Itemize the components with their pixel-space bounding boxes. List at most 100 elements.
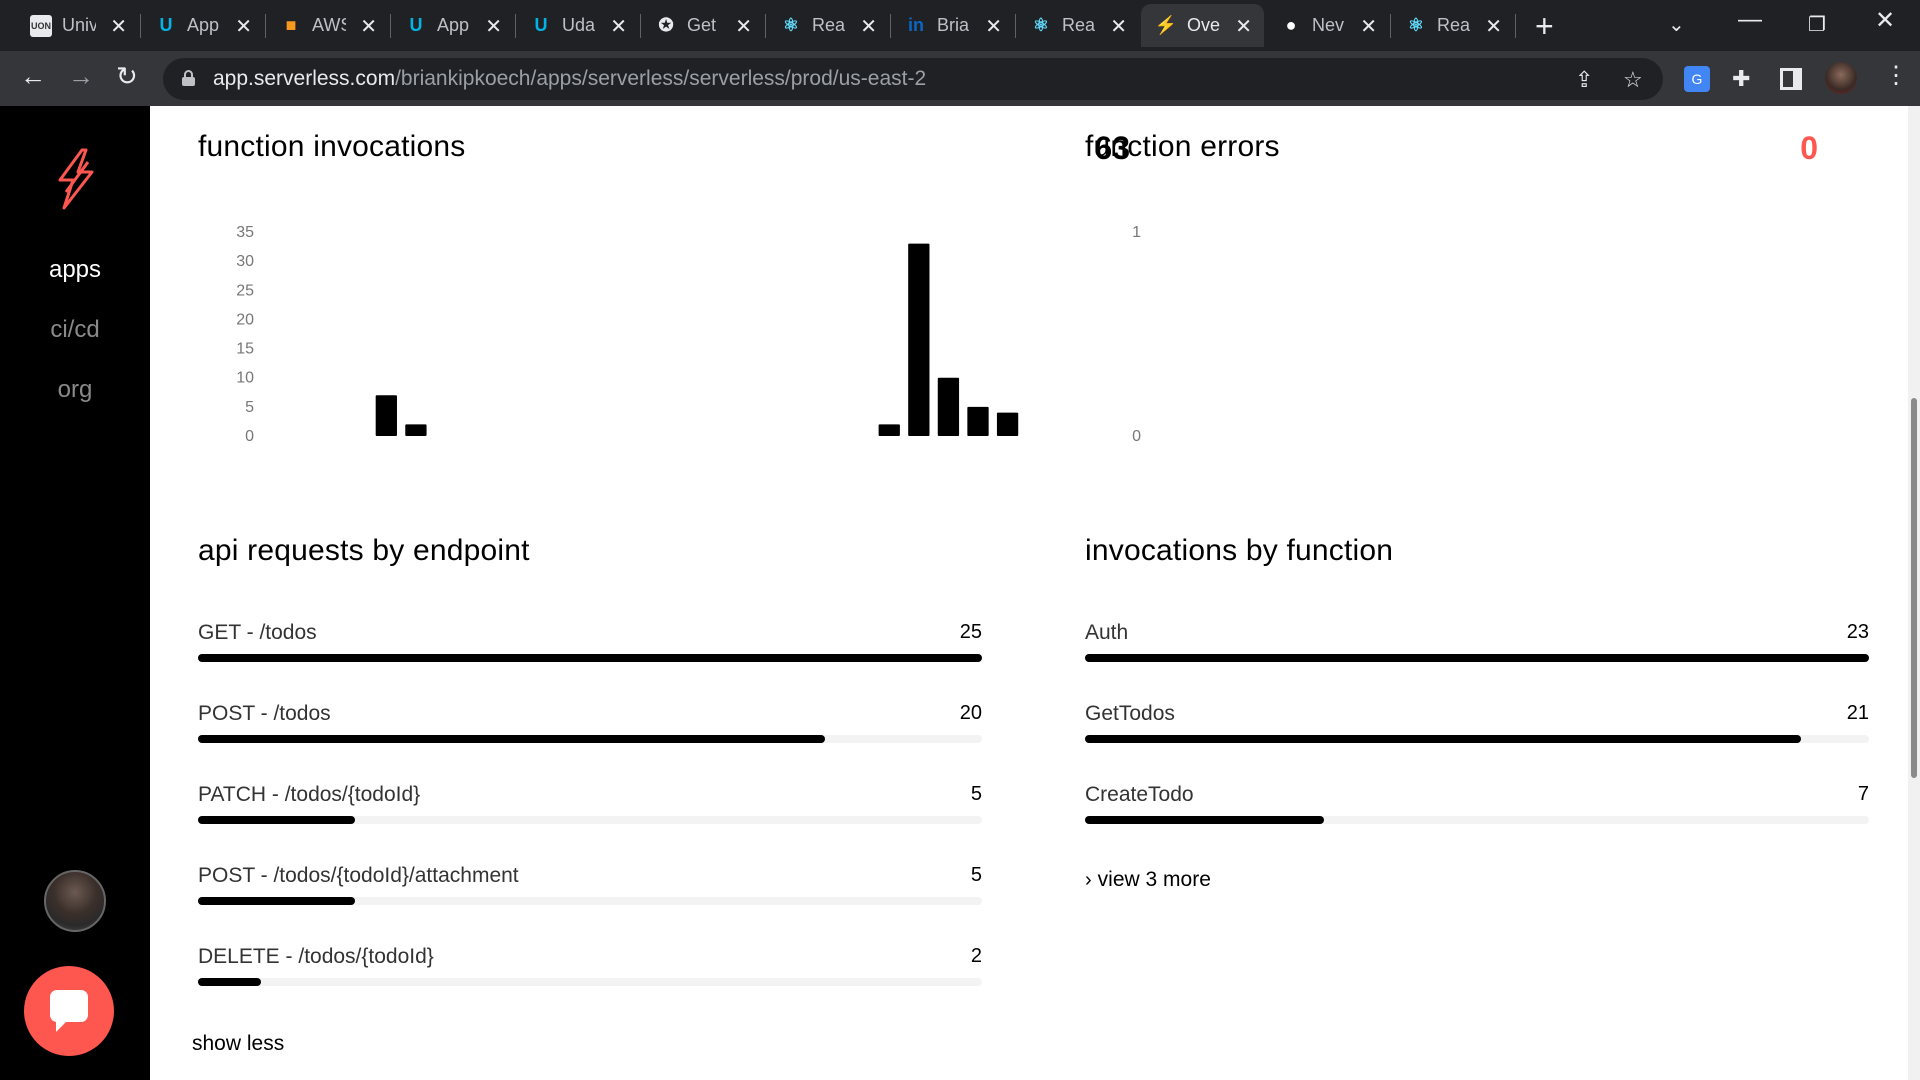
back-button[interactable]: ←	[20, 61, 46, 92]
function-count: 23	[1846, 621, 1869, 643]
tab-title: Nev	[1312, 15, 1345, 35]
url-text[interactable]: app.serverless.com/briankipkoech/apps/se…	[213, 67, 926, 91]
endpoint-count: 25	[959, 621, 982, 643]
react-icon: ⚛	[1032, 15, 1050, 35]
chart-bar	[937, 377, 960, 436]
restore-button[interactable]: ❐	[1808, 12, 1826, 37]
tab-close-icon[interactable]: ✕	[485, 14, 502, 39]
chevron-right-icon: ›	[1085, 869, 1092, 891]
browser-toolbar: ← → ↻ app.serverless.com/briankipkoech/a…	[0, 51, 1920, 106]
bookmark-star-icon[interactable]: ☆	[1623, 67, 1643, 93]
function-bar-fill	[1085, 816, 1324, 824]
y-tick-label: 1	[1132, 224, 1141, 241]
endpoint-label: POST - /todos/{todoId}/attachment	[198, 864, 519, 887]
endpoint-label: POST - /todos	[198, 702, 331, 725]
tab-close-icon[interactable]: ✕	[1485, 14, 1502, 39]
github-icon: ●	[1285, 15, 1297, 35]
tab-close-icon[interactable]: ✕	[110, 14, 127, 39]
chart-bar	[375, 395, 397, 436]
lock-icon[interactable]	[182, 70, 195, 86]
function-label: Auth	[1085, 621, 1129, 644]
react-icon: ⚛	[1407, 15, 1425, 35]
function-bar-fill	[1085, 735, 1801, 743]
tab-close-icon[interactable]: ✕	[1360, 14, 1377, 39]
y-tick-label: 0	[1132, 428, 1141, 445]
tab-title: Univ	[62, 15, 96, 35]
function-bar-track	[1085, 816, 1869, 824]
serverless-icon: ⚡	[1154, 15, 1178, 35]
react-icon: ⚛	[782, 15, 800, 35]
function-row: Auth 23	[1085, 621, 1869, 681]
sidebar-item-org[interactable]: org	[0, 376, 150, 404]
linkedin-icon: in	[908, 15, 924, 35]
tab-close-icon[interactable]: ✕	[735, 14, 752, 39]
chart-bar	[967, 406, 989, 436]
chat-bubble-icon	[50, 990, 88, 1032]
endpoint-bar-fill	[198, 816, 355, 824]
browser-tab[interactable]: ● Nev ✕	[1266, 4, 1389, 47]
browser-tab[interactable]: U App ✕	[391, 4, 514, 47]
extensions-puzzle-icon[interactable]: ✚	[1732, 66, 1758, 92]
app-sidebar: apps ci/cd org	[0, 106, 150, 1080]
scrollbar-thumb[interactable]	[1911, 398, 1917, 778]
share-icon[interactable]: ⇪	[1575, 67, 1593, 93]
close-window-button[interactable]: ✕	[1875, 6, 1895, 35]
tab-search-icon[interactable]: ⌄	[1668, 12, 1685, 37]
by-function-title: invocations by function	[1085, 534, 1394, 567]
reload-button[interactable]: ↻	[116, 61, 138, 92]
browser-tab[interactable]: UON Univ ✕	[16, 4, 139, 47]
browser-tab[interactable]: U Uda ✕	[516, 4, 639, 47]
browser-tab[interactable]: ⚡ Ove ✕	[1141, 4, 1264, 47]
browser-tab[interactable]: ■ AWS ✕	[266, 4, 389, 47]
view-more-link[interactable]: › view 3 more	[1085, 868, 1211, 892]
sidebar-item-cicd[interactable]: ci/cd	[0, 316, 150, 344]
sidebar-item-apps[interactable]: apps	[0, 256, 150, 284]
minimize-button[interactable]: —	[1738, 6, 1762, 34]
tab-close-icon[interactable]: ✕	[1235, 14, 1252, 39]
endpoint-bar-fill	[198, 978, 261, 986]
function-row: CreateTodo 7	[1085, 783, 1869, 843]
chart-bar	[908, 243, 930, 436]
tab-close-icon[interactable]: ✕	[235, 14, 252, 39]
chart-bar	[405, 424, 427, 436]
endpoint-bar-track	[198, 978, 982, 986]
errors-total: 0	[1800, 130, 1818, 166]
new-tab-button[interactable]: +	[1535, 8, 1554, 45]
tab-close-icon[interactable]: ✕	[860, 14, 877, 39]
show-less-link[interactable]: show less	[192, 1032, 284, 1056]
profile-avatar[interactable]	[1825, 62, 1857, 94]
invocations-chart: 051015202530358 pm11 pm2 am5 am8 am11 am…	[236, 224, 1019, 445]
translate-extension-icon[interactable]: G	[1684, 66, 1710, 92]
view-more-label: view 3 more	[1097, 868, 1211, 891]
y-tick-label: 15	[236, 341, 254, 358]
page-scrollbar[interactable]	[1908, 106, 1920, 1080]
serverless-logo-icon[interactable]	[52, 148, 98, 210]
side-panel-icon[interactable]	[1780, 68, 1802, 90]
browser-tab[interactable]: ⚛ Rea ✕	[1391, 4, 1514, 47]
function-bar-track	[1085, 735, 1869, 743]
tab-close-icon[interactable]: ✕	[610, 14, 627, 39]
tab-title: App	[187, 15, 220, 35]
endpoint-row: PATCH - /todos/{todoId} 5	[198, 783, 982, 843]
chat-button[interactable]	[24, 966, 114, 1056]
browser-tab[interactable]: ⚛ Rea ✕	[1016, 4, 1139, 47]
tab-close-icon[interactable]: ✕	[1110, 14, 1127, 39]
browser-tab[interactable]: ⚛ Rea ✕	[766, 4, 889, 47]
endpoint-count: 2	[970, 945, 982, 967]
udacity-icon: U	[159, 15, 173, 35]
tab-close-icon[interactable]: ✕	[360, 14, 377, 39]
invocations-title: function invocations	[198, 130, 466, 163]
tab-title: Bria	[937, 15, 970, 35]
browser-tab[interactable]: U App ✕	[141, 4, 264, 47]
tab-separator	[1515, 14, 1516, 38]
browser-tab[interactable]: ✪ Get ✕	[641, 4, 764, 47]
uon-icon: UON	[30, 14, 52, 37]
chart-bar	[996, 412, 1019, 436]
forward-button[interactable]: →	[68, 61, 94, 92]
address-bar[interactable]: app.serverless.com/briankipkoech/apps/se…	[163, 58, 1663, 100]
tab-close-icon[interactable]: ✕	[985, 14, 1002, 39]
user-avatar[interactable]	[44, 870, 106, 932]
browser-tab[interactable]: in Bria ✕	[891, 4, 1014, 47]
tab-title: Ove	[1187, 15, 1221, 35]
menu-kebab-icon[interactable]: ⋮	[1884, 61, 1910, 89]
